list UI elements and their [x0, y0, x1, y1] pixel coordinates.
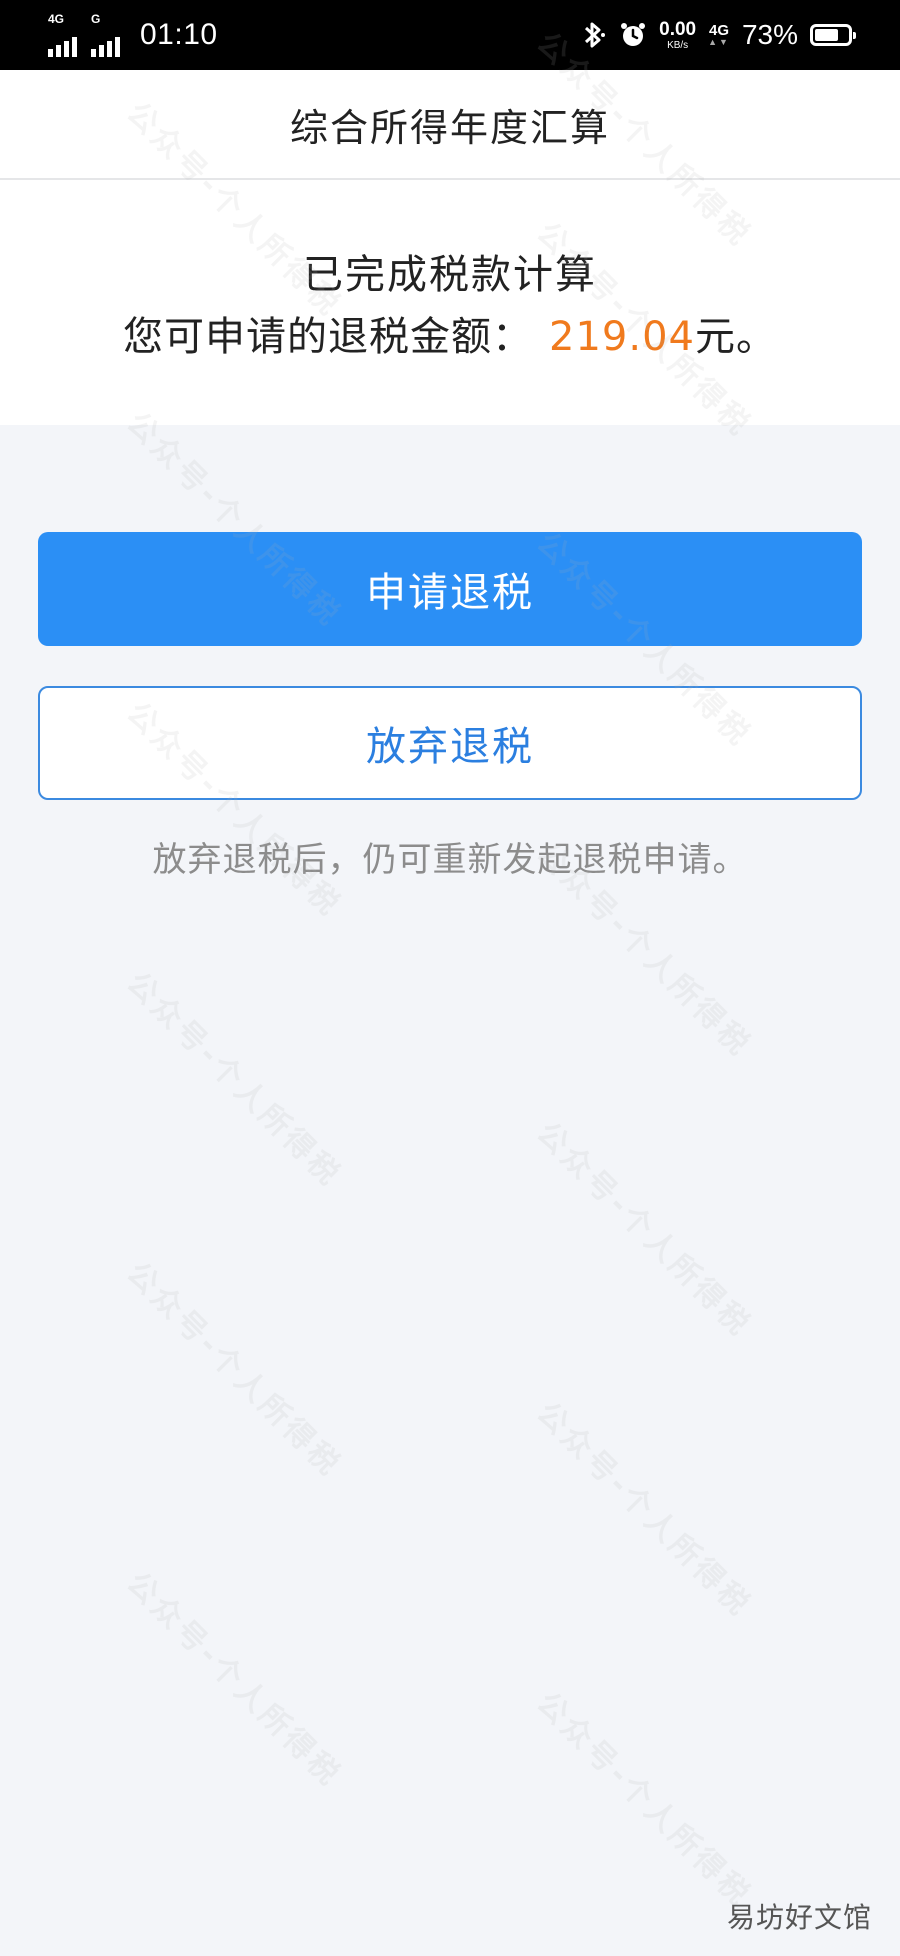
status-bar-left: 4G G 01:10 — [48, 0, 218, 70]
network-type: 4G — [709, 22, 730, 39]
clock: 01:10 — [140, 18, 218, 51]
watermark-text: 公众号-个人所得税 — [119, 1565, 349, 1795]
watermark-text: 公众号-个人所得税 — [529, 1685, 759, 1915]
network-speed-unit: KB/s — [667, 39, 689, 51]
refund-amount-line: 您可申请的退税金额： 219.04元。 — [0, 304, 900, 362]
sim1-signal-icon: 4G — [48, 13, 77, 57]
calculation-complete-text: 已完成税款计算 — [303, 252, 597, 298]
battery-icon — [810, 24, 856, 46]
refund-amount-label: 您可申请的退税金额： — [123, 314, 534, 360]
watermark-text: 公众号-个人所得税 — [529, 1395, 759, 1625]
apply-refund-button[interactable]: 申请退税 — [38, 532, 862, 646]
network-speed-value: 0.00 — [659, 18, 697, 40]
network-speed: 0.00 KB/s — [659, 20, 696, 51]
watermark-text: 公众号-个人所得税 — [119, 965, 349, 1195]
refund-amount-value: 219.04 — [549, 314, 695, 360]
sim1-tag: 4G — [48, 12, 65, 26]
refund-amount-suffix: 元。 — [694, 314, 777, 360]
status-bar: 4G G 01:10 0.00 KB/s 4G ▲▼ 73% — [0, 0, 900, 70]
status-bar-right: 0.00 KB/s 4G ▲▼ 73% — [581, 0, 856, 70]
abandon-refund-button[interactable]: 放弃退税 — [38, 686, 862, 800]
corner-watermark: 易坊好文馆 — [726, 1901, 872, 1934]
page-title: 综合所得年度汇算 — [289, 105, 610, 150]
bluetooth-icon — [585, 22, 606, 48]
sim2-tag: G — [91, 12, 101, 26]
refund-result-card: 已完成税款计算 您可申请的退税金额： 219.04元。 — [0, 180, 900, 425]
abandon-hint-text: 放弃退税后，仍可重新发起退税申请。 — [152, 840, 748, 880]
sim2-signal-icon: G — [91, 13, 120, 57]
mobile-data-icon: 4G ▲▼ — [708, 22, 730, 47]
watermark-text: 公众号-个人所得税 — [119, 1255, 349, 1485]
battery-level-fill — [815, 29, 838, 41]
watermark-text: 公众号-个人所得税 — [529, 1115, 759, 1345]
battery-percent: 73% — [741, 19, 798, 50]
alarm-clock-icon — [621, 23, 646, 46]
page-header: 综合所得年度汇算 — [0, 70, 900, 180]
